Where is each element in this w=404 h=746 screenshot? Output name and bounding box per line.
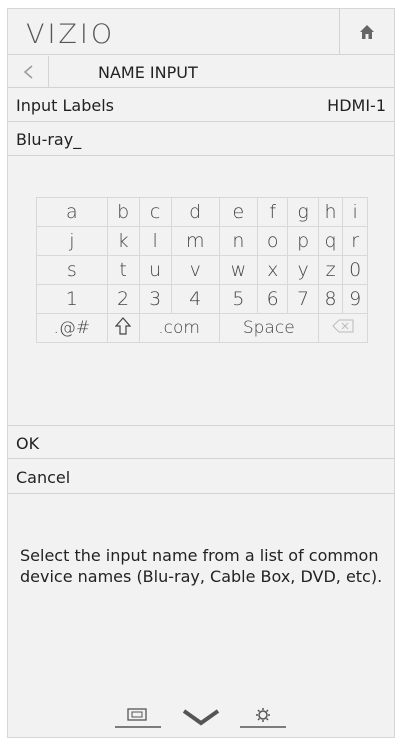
name-input-field[interactable]: Blu-ray_ [8,123,394,156]
settings-panel: VIZIO NAME INPUT Input Labels HDMI-1 Blu… [7,8,395,738]
space-key[interactable]: Space [218,313,319,343]
key[interactable]: p [287,226,319,256]
key[interactable]: o [257,226,289,256]
symbols-key[interactable]: .@# [36,313,108,343]
key[interactable]: 7 [287,284,319,314]
bottom-nav [8,689,394,729]
key[interactable]: t [106,255,140,285]
key[interactable]: s [36,255,108,285]
input-labels-label: Input Labels [16,96,115,115]
back-button[interactable] [8,56,49,88]
shift-arrow-icon [114,316,132,335]
gear-icon[interactable] [238,703,288,729]
key[interactable]: l [138,226,172,256]
key[interactable]: m [170,226,220,256]
key[interactable]: n [218,226,259,256]
screen-icon[interactable] [113,703,163,729]
key[interactable]: q [317,226,344,256]
key[interactable]: e [218,197,259,227]
key[interactable]: z [317,255,344,285]
back-arrow-icon [23,65,33,79]
key[interactable]: a [36,197,108,227]
key[interactable]: h [317,197,344,227]
chevron-down-icon[interactable] [176,703,226,729]
key[interactable]: w [218,255,259,285]
key[interactable]: 8 [317,284,344,314]
key[interactable]: c [138,197,172,227]
key[interactable]: u [138,255,172,285]
key[interactable]: 6 [257,284,289,314]
key[interactable]: 2 [106,284,140,314]
shift-key[interactable] [106,313,140,343]
key[interactable]: j [36,226,108,256]
backspace-icon [332,319,354,333]
key[interactable]: k [106,226,140,256]
input-labels-value: HDMI-1 [327,96,386,115]
key[interactable]: i [342,197,368,227]
input-labels-row[interactable]: Input Labels HDMI-1 [8,89,394,122]
key[interactable]: v [170,255,220,285]
key[interactable]: b [106,197,140,227]
dotcom-key[interactable]: .com [138,313,220,343]
title-bar: NAME INPUT [8,56,394,88]
name-input-value: Blu-ray_ [16,130,82,149]
cancel-button[interactable]: Cancel [8,460,394,494]
home-button[interactable] [339,9,394,55]
home-icon [360,25,374,39]
key[interactable]: 0 [342,255,368,285]
ok-label: OK [16,434,40,453]
key[interactable]: 9 [342,284,368,314]
ok-button[interactable]: OK [8,425,394,459]
key[interactable]: 4 [170,284,220,314]
on-screen-keyboard: a b c d e f g h i j k l m n o p q r s t … [36,197,369,343]
key[interactable]: y [287,255,319,285]
key[interactable]: g [287,197,319,227]
key[interactable]: 5 [218,284,259,314]
key[interactable]: 1 [36,284,108,314]
help-text: Select the input name from a list of com… [20,546,383,586]
vizio-logo: VIZIO [26,19,116,50]
key[interactable]: x [257,255,289,285]
backspace-key[interactable] [317,313,369,343]
page-title: NAME INPUT [98,63,198,82]
cancel-label: Cancel [16,468,71,487]
header: VIZIO [8,9,394,55]
key[interactable]: d [170,197,220,227]
key[interactable]: f [257,197,289,227]
key[interactable]: r [342,226,368,256]
key[interactable]: 3 [138,284,172,314]
